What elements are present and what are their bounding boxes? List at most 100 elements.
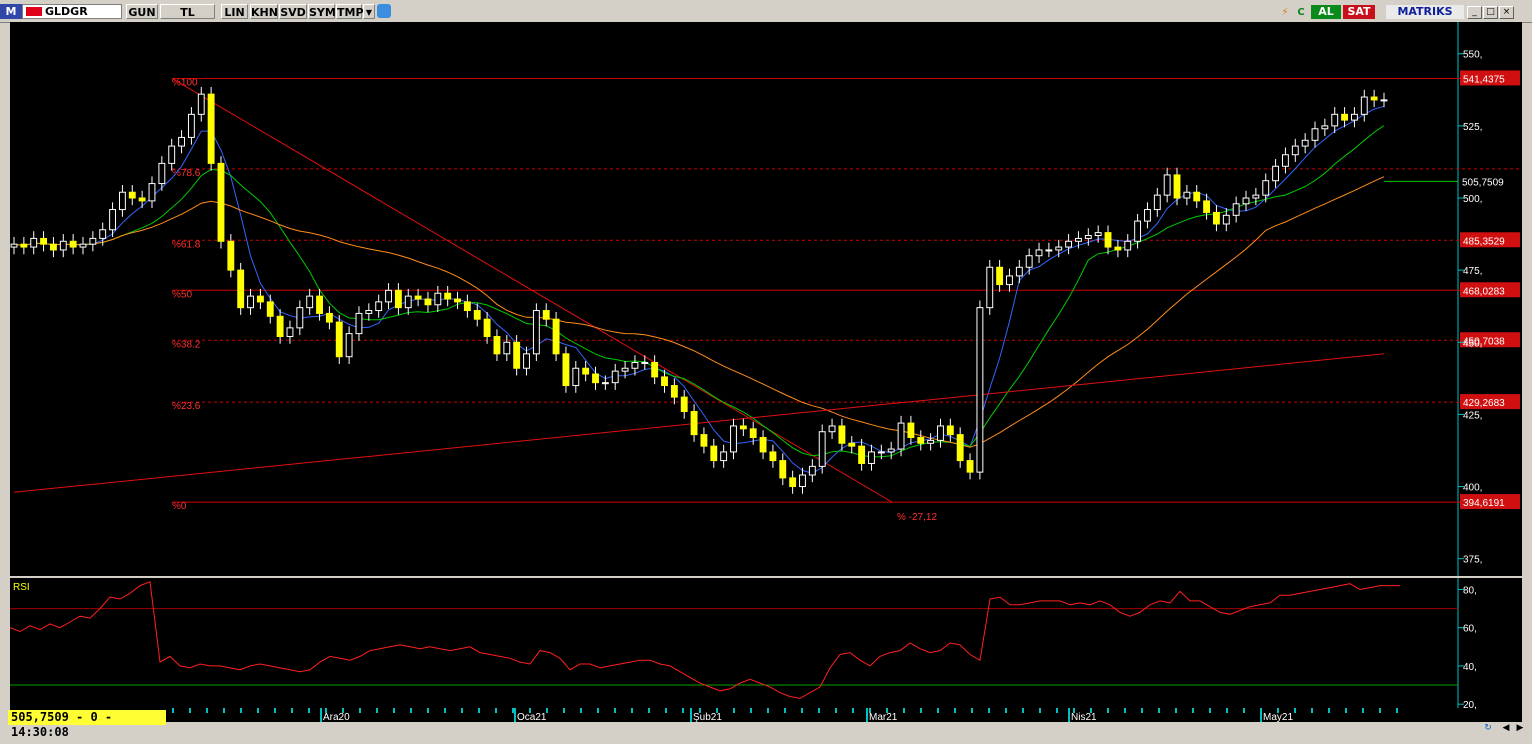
candle-body: [700, 434, 708, 447]
tmp-button[interactable]: TMP: [336, 4, 364, 19]
refresh-icon[interactable]: C: [1295, 6, 1307, 19]
date-tick: [1328, 708, 1330, 713]
date-tick: [1141, 708, 1143, 713]
candle-body: [335, 321, 343, 358]
buy-button[interactable]: AL: [1311, 5, 1341, 19]
khn-button[interactable]: KHN: [250, 4, 278, 19]
date-tick: [954, 708, 956, 713]
candle-body: [1006, 275, 1013, 286]
date-tick: [971, 708, 973, 713]
brand-logo: MATRIKS: [1386, 5, 1464, 19]
candle-body: [1291, 145, 1299, 156]
candle-body: [1035, 249, 1043, 257]
date-tick: [1311, 708, 1313, 713]
candle-body: [1380, 99, 1388, 102]
app-logo[interactable]: M: [0, 4, 22, 19]
period-button-daily[interactable]: GUN: [126, 4, 158, 19]
fib-price-label: 394,6191: [1463, 498, 1505, 509]
candle-body: [1075, 237, 1082, 242]
chart-area[interactable]: %100 541,4375%78.6%61.8 485,3529%50 468,028…: [0, 22, 1532, 722]
sell-button[interactable]: SAT: [1343, 5, 1375, 19]
rsi-tick-label: 80,: [1463, 585, 1477, 596]
candle-body: [10, 243, 18, 248]
candle-body: [710, 445, 718, 462]
candle-body: [69, 240, 77, 248]
date-label: Şub21: [693, 712, 722, 722]
candle-body: [40, 237, 48, 245]
candle-body: [1153, 194, 1161, 211]
linear-scale-button[interactable]: LIN: [221, 4, 248, 19]
candle-body: [631, 361, 639, 369]
date-tick: [461, 708, 463, 713]
candle-body: [79, 243, 87, 248]
candle-body: [1203, 200, 1211, 213]
candle-body: [996, 266, 1004, 286]
maximize-button[interactable]: □: [1483, 6, 1498, 19]
candle-body: [1134, 220, 1142, 242]
sync-icon[interactable]: ↻: [1482, 722, 1494, 734]
toolbar: M GLDGR GUN TL LIN KHN SVD SYM TMP ▼ ⚡ C…: [0, 0, 1532, 23]
date-tick: [291, 708, 293, 713]
date-tick: [784, 708, 786, 713]
candle-body: [1015, 266, 1023, 277]
date-tick: [682, 708, 684, 713]
scroll-left-icon[interactable]: ◀: [1500, 722, 1512, 734]
turkey-flag-icon: [26, 7, 42, 16]
svd-button[interactable]: SVD: [279, 4, 307, 19]
candle-body: [779, 460, 787, 479]
date-tick: [1175, 708, 1177, 713]
fib-level-label: %50: [172, 289, 192, 300]
candle-body: [927, 439, 935, 444]
twitter-bird-icon[interactable]: [377, 4, 391, 18]
candle-body: [197, 93, 205, 115]
date-tick: [206, 708, 208, 713]
candle-body: [138, 197, 146, 202]
close-button[interactable]: ×: [1499, 6, 1514, 19]
currency-button[interactable]: TL: [160, 4, 215, 19]
date-tick: [223, 708, 225, 713]
candle-body: [493, 336, 501, 355]
trend-percent-label: % -27,12: [897, 512, 937, 523]
candle-body: [956, 434, 964, 462]
fib-level-label: %23.6: [172, 401, 201, 412]
date-tick: [1192, 708, 1194, 713]
candle-body: [365, 310, 373, 314]
rsi-panel[interactable]: [10, 578, 1522, 708]
price-tick-label: 375,: [1463, 555, 1482, 566]
candle-body: [109, 209, 116, 231]
candle-body: [316, 295, 323, 314]
date-tick: [512, 708, 514, 713]
symbol-field[interactable]: GLDGR: [22, 4, 122, 19]
date-tick: [750, 708, 752, 713]
candle-body: [276, 315, 284, 338]
candle-body: [907, 422, 915, 438]
candle-body: [828, 425, 836, 433]
candle-body: [670, 385, 678, 398]
price-panel[interactable]: [10, 22, 1522, 576]
rsi-title: RSI: [13, 582, 30, 593]
candle-body: [917, 437, 925, 444]
candle-body: [256, 295, 264, 303]
candle-body: [345, 333, 353, 358]
candle-body: [187, 113, 195, 138]
candle-body: [227, 240, 235, 271]
date-tick: [903, 708, 905, 713]
date-tick: [1209, 708, 1211, 713]
candle-body: [414, 295, 422, 300]
candle-body: [1173, 174, 1181, 199]
candle-body: [128, 191, 136, 199]
sym-button[interactable]: SYM: [308, 4, 336, 19]
date-label: Oca21: [517, 712, 547, 722]
dropdown-arrow-icon[interactable]: ▼: [363, 4, 375, 19]
candle-body: [118, 191, 126, 211]
candle-body: [641, 361, 649, 364]
date-tick: [1294, 708, 1296, 713]
scroll-right-icon[interactable]: ▶: [1514, 722, 1526, 734]
minimize-button[interactable]: _: [1467, 6, 1482, 19]
candle-body: [168, 145, 176, 164]
candle-body: [385, 289, 392, 303]
status-quote: 505,7509 - 0 - 14:30:08: [8, 710, 166, 739]
fib-price-label: 541,4375: [1463, 74, 1505, 85]
lightning-icon[interactable]: ⚡: [1279, 6, 1291, 19]
candle-body: [296, 307, 304, 329]
